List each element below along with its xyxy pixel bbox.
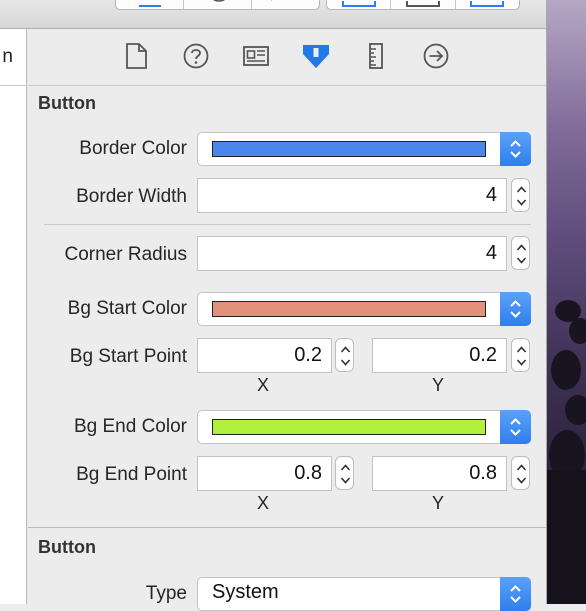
bg-start-point-y-label: Y — [431, 375, 444, 395]
debug-area-toggle-button[interactable] — [391, 0, 456, 9]
bg-end-color-picker[interactable] — [197, 410, 531, 444]
assistant-editor-icon — [213, 0, 225, 2]
bg-start-color-label: Bg Start Color — [67, 298, 187, 319]
bg-end-point-x-field[interactable]: 0.8 — [197, 456, 332, 491]
stepper-arrows-icon — [516, 186, 527, 206]
inspector-pane: Button Border Color Border Width 4 Corne… — [28, 29, 546, 611]
bg-end-point-y-field[interactable]: 0.8 — [372, 456, 507, 491]
corner-radius-label: Corner Radius — [64, 244, 188, 265]
identity-card-icon — [243, 46, 269, 66]
window-toolbar — [0, 0, 546, 29]
tab-identity-inspector[interactable] — [241, 41, 271, 71]
section-separator — [28, 527, 546, 528]
type-label: Type — [145, 583, 187, 604]
desktop-background — [547, 0, 586, 604]
bg-start-point-x-label: X — [256, 375, 269, 395]
tab-size-inspector[interactable] — [361, 41, 391, 71]
bg-end-point-x-label: X — [256, 493, 269, 513]
corner-radius-stepper[interactable] — [511, 236, 530, 270]
standard-editor-button[interactable] — [116, 0, 184, 9]
border-color-label: Border Color — [79, 138, 187, 159]
bg-end-point-label: Bg End Point — [76, 464, 187, 485]
section-divider — [44, 224, 531, 225]
bg-end-point-y-label: Y — [431, 493, 444, 513]
bg-start-point-y-field[interactable]: 0.2 — [372, 338, 507, 373]
stepper-arrows-icon — [516, 244, 527, 264]
document-icon — [126, 43, 147, 69]
type-popup-arrow-button[interactable] — [500, 577, 531, 611]
tab-connections-inspector[interactable] — [421, 41, 451, 71]
version-editor-icon — [271, 0, 272, 1]
bg-start-color-swatch — [212, 301, 486, 317]
type-value: System — [212, 581, 279, 603]
arrow-circle-icon — [423, 43, 449, 69]
bg-end-point-y-stepper[interactable] — [511, 456, 530, 490]
version-editor-button[interactable] — [252, 0, 319, 9]
bg-start-color-picker[interactable] — [197, 292, 531, 326]
stepper-arrows-icon — [340, 464, 351, 484]
tab-attributes-inspector[interactable] — [301, 41, 331, 71]
border-width-field[interactable]: 4 — [197, 178, 507, 213]
view-toggle-segmented-control[interactable] — [326, 0, 520, 10]
assistant-editor-button[interactable] — [184, 0, 252, 9]
navigator-toggle-button[interactable] — [327, 0, 392, 9]
tab-file-inspector[interactable] — [121, 41, 151, 71]
editor-mode-segmented-control[interactable] — [115, 0, 320, 10]
bg-end-color-popup-button[interactable] — [500, 410, 531, 444]
chevron-up-down-icon — [510, 418, 521, 436]
bg-start-point-x-stepper[interactable] — [335, 338, 354, 372]
xcode-window: n Button Border Color Border Width 4 Cor… — [0, 0, 547, 611]
bg-start-color-popup-button[interactable] — [500, 292, 531, 326]
tab-quick-help-inspector[interactable] — [181, 41, 211, 71]
type-popup-button[interactable]: System — [197, 577, 531, 611]
custom-section-title: Button — [38, 93, 96, 113]
left-pane: n — [0, 29, 27, 604]
corner-radius-field[interactable]: 4 — [197, 236, 507, 271]
bg-end-point-x-stepper[interactable] — [335, 456, 354, 490]
utilities-toggle-button[interactable] — [456, 0, 519, 9]
bg-end-color-swatch — [212, 419, 486, 435]
ruler-icon — [369, 43, 383, 69]
bg-end-color-label: Bg End Color — [73, 416, 187, 437]
stepper-arrows-icon — [516, 464, 527, 484]
attributes-icon — [303, 45, 329, 68]
border-color-swatch — [212, 141, 486, 157]
bg-start-point-label: Bg Start Point — [69, 346, 187, 367]
border-color-picker[interactable] — [197, 132, 531, 166]
stepper-arrows-icon — [340, 346, 351, 366]
button-section-title: Button — [38, 537, 96, 557]
inspector-tab-bar — [28, 29, 546, 86]
stepper-arrows-icon — [516, 346, 527, 366]
chevron-up-down-icon — [510, 300, 521, 318]
chevron-up-down-icon — [510, 585, 521, 603]
bg-start-point-x-field[interactable]: 0.2 — [197, 338, 332, 373]
border-color-popup-button[interactable] — [500, 132, 531, 166]
help-circle-icon — [183, 43, 209, 69]
chevron-up-down-icon — [510, 140, 521, 158]
bg-start-point-y-stepper[interactable] — [511, 338, 530, 372]
border-width-label: Border Width — [76, 186, 187, 207]
border-width-stepper[interactable] — [511, 178, 530, 212]
left-pane-title: n — [0, 29, 26, 86]
